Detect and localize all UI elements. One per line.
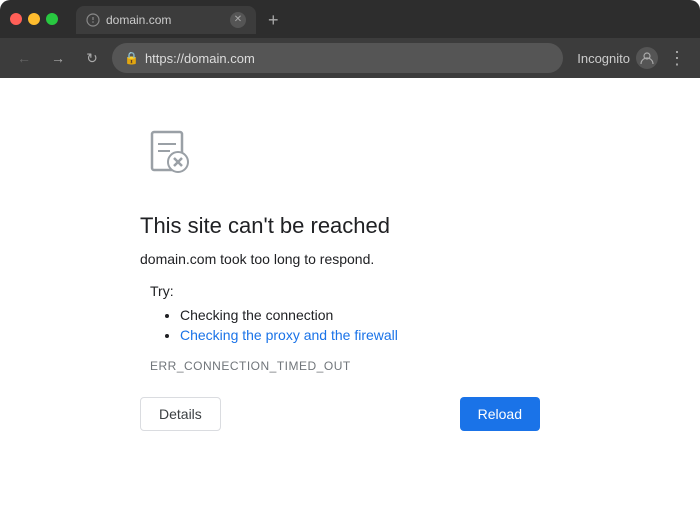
page-content: This site can't be reached domain.com to… [0,78,700,516]
reload-button[interactable]: Reload [460,397,540,431]
suggestions-list: Checking the connection Checking the pro… [160,307,560,343]
error-code: ERR_CONNECTION_TIMED_OUT [150,359,560,373]
tab-title: domain.com [106,13,224,27]
suggestion-text-1: Checking the connection [180,307,333,323]
error-description-rest: took too long to respond. [216,251,374,267]
error-icon [140,124,560,189]
details-button[interactable]: Details [140,397,221,431]
back-button[interactable]: ← [10,44,38,72]
reload-icon: ↻ [86,50,98,67]
incognito-label: Incognito [577,51,630,66]
address-text: https://domain.com [145,51,551,66]
address-bar[interactable]: 🔒 https://domain.com [112,43,563,73]
button-row: Details Reload [140,397,540,431]
forward-button[interactable]: → [44,44,72,72]
reload-nav-button[interactable]: ↻ [78,44,106,72]
maximize-button[interactable] [46,13,58,25]
minimize-button[interactable] [28,13,40,25]
error-title: This site can't be reached [140,213,560,239]
suggestion-item-1: Checking the connection [180,307,560,323]
error-body: This site can't be reached domain.com to… [140,124,560,431]
browser-window: domain.com ✕ + ← → ↻ 🔒 https://domain.co… [0,0,700,516]
browser-tab[interactable]: domain.com ✕ [76,6,256,34]
domain-name: domain.com [140,251,216,267]
incognito-icon [636,47,658,69]
forward-icon: → [51,50,65,66]
title-bar: domain.com ✕ + [0,0,700,38]
new-tab-button[interactable]: + [260,6,287,34]
traffic-lights [10,13,58,25]
try-label: Try: [150,283,560,299]
menu-button[interactable]: ⋮ [664,48,690,69]
back-icon: ← [17,50,31,66]
tab-close-button[interactable]: ✕ [230,12,246,28]
close-button[interactable] [10,13,22,25]
tab-favicon-icon [86,13,100,27]
error-description: domain.com took too long to respond. [140,251,560,267]
lock-icon: 🔒 [124,51,139,65]
incognito-area: Incognito [577,47,658,69]
toolbar: ← → ↻ 🔒 https://domain.com Incognito ⋮ [0,38,700,78]
suggestion-link-2[interactable]: Checking the proxy and the firewall [180,327,398,343]
suggestion-item-2: Checking the proxy and the firewall [180,327,560,343]
